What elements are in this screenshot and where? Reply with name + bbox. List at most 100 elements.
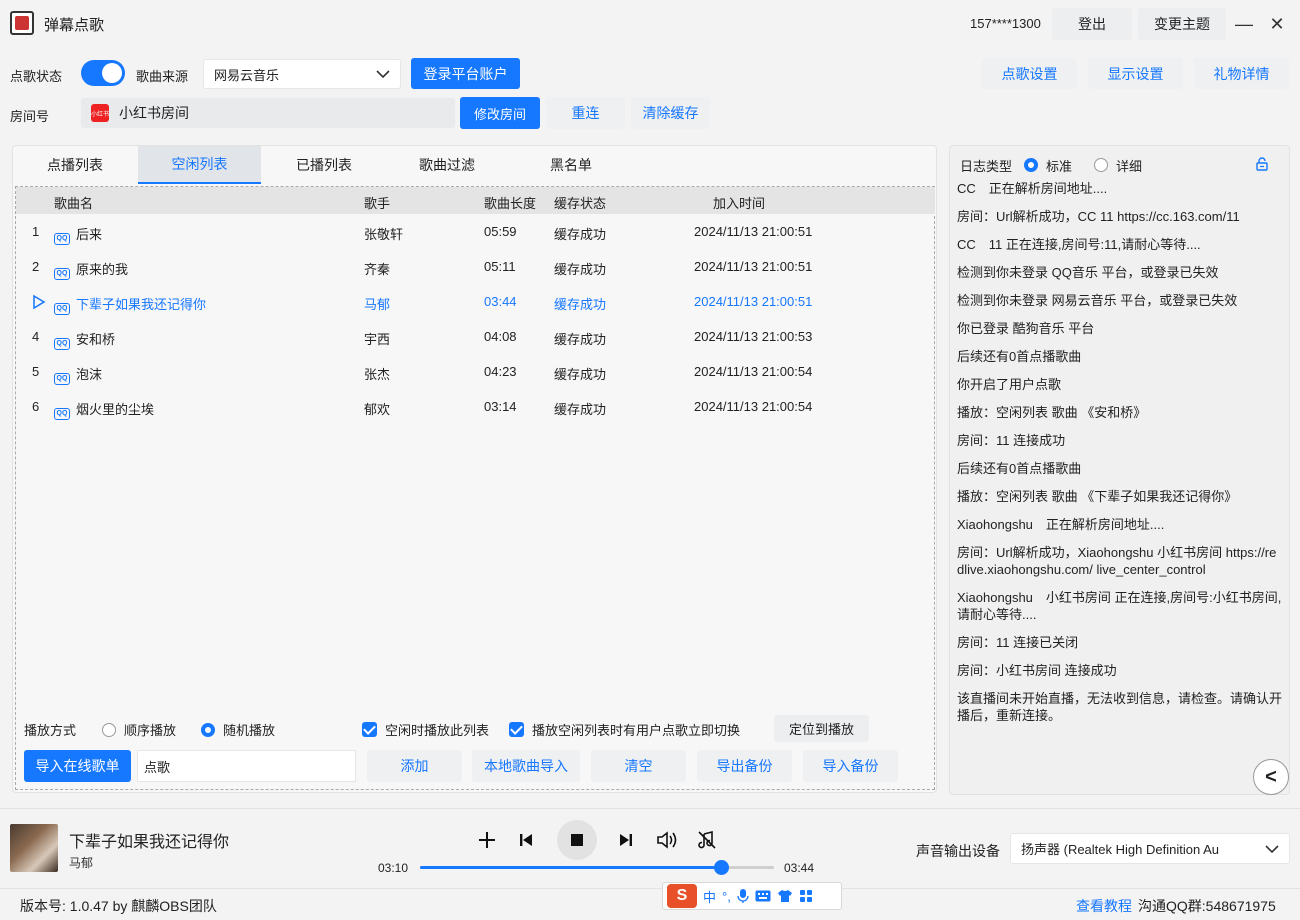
log-detail-radio[interactable]	[1094, 158, 1109, 172]
cell-song-name: QQ 原来的我	[54, 259, 128, 280]
skin-icon[interactable]	[777, 889, 793, 903]
log-line: 后续还有0首点播歌曲	[957, 461, 1082, 476]
random-radio[interactable]	[201, 722, 215, 737]
playlist-input[interactable]: 点歌	[137, 750, 356, 782]
current-time: 03:10	[378, 861, 409, 875]
room-label: 房间号	[10, 109, 50, 124]
add-button[interactable]: 添加	[367, 750, 462, 782]
tab-on-demand[interactable]: 点播列表	[13, 146, 137, 184]
instant-switch-checkbox[interactable]	[509, 722, 524, 737]
export-backup-button[interactable]: 导出备份	[697, 750, 792, 782]
qq-music-icon: QQ	[54, 268, 70, 280]
table-row[interactable]: 6 QQ 烟火里的尘埃 郁欢 03:14 缓存成功 2024/11/13 21:00:54	[16, 390, 935, 425]
idle-play-checkbox[interactable]	[362, 722, 377, 737]
log-standard-radio[interactable]	[1024, 158, 1039, 172]
minimize-icon[interactable]: —	[1232, 12, 1256, 36]
ime-punctuation[interactable]: °,	[722, 889, 731, 904]
song-settings-button[interactable]: 点歌设置	[982, 58, 1077, 89]
total-time: 03:44	[784, 861, 815, 875]
random-play-option[interactable]: 随机播放	[201, 720, 275, 739]
toolbox-icon[interactable]	[799, 889, 813, 903]
ime-chinese-mode[interactable]: 中	[703, 887, 716, 906]
display-settings-button[interactable]: 显示设置	[1088, 58, 1183, 89]
cell-added-time: 2024/11/13 21:00:51	[694, 224, 813, 239]
table-row[interactable]: 1 QQ 后来 张敬轩 05:59 缓存成功 2024/11/13 21:00:51	[16, 215, 935, 250]
cell-song-name: QQ 后来	[54, 224, 102, 245]
playlist-tabs: 点播列表 空闲列表 已播列表 歌曲过滤 黑名单	[13, 146, 935, 184]
account-label: 157****1300	[970, 16, 1041, 31]
cell-cache-status: 缓存成功	[554, 262, 607, 277]
log-lines: CC 正在解析房间地址.... 房间：Url解析成功，CC 11 https://…	[957, 180, 1282, 735]
log-type-label: 日志类型	[960, 158, 1013, 174]
change-theme-button[interactable]: 变更主题	[1138, 8, 1226, 40]
collapse-panel-button[interactable]: <	[1253, 759, 1289, 795]
output-device-select[interactable]: 扬声器 (Realtek High Definition Au	[1010, 833, 1290, 864]
song-source-label: 歌曲来源	[136, 69, 189, 84]
table-row[interactable]: QQ 下辈子如果我还记得你 马郁 03:44 缓存成功 2024/11/13 21:00:…	[16, 285, 935, 320]
modify-room-button[interactable]: 修改房间	[460, 97, 540, 129]
instant-switch-label: 播放空闲列表时有用户点歌立即切换	[532, 723, 741, 738]
lyrics-off-icon[interactable]	[697, 826, 717, 854]
table-row[interactable]: 5 QQ 泡沫 张杰 04:23 缓存成功 2024/11/13 21:00:54	[16, 355, 935, 390]
song-source-select[interactable]: 网易云音乐	[203, 59, 401, 89]
log-standard-label: 标准	[1046, 158, 1073, 174]
xiaohongshu-logo-icon: 小红书	[91, 104, 109, 122]
log-line: 该直播间未开始直播，无法收到信息，请检查。请确认开播后，重新连接。	[957, 691, 1283, 723]
lock-icon[interactable]	[1254, 156, 1270, 172]
now-playing-artist: 马郁	[69, 856, 94, 870]
next-icon[interactable]	[618, 826, 634, 854]
log-line: 房间：小红书房间 连接成功	[957, 663, 1117, 678]
sequential-radio[interactable]	[102, 722, 116, 737]
cell-length: 04:23	[484, 364, 517, 379]
tab-played[interactable]: 已播列表	[262, 146, 386, 184]
progress-handle[interactable]	[713, 860, 729, 875]
now-playing-icon	[32, 294, 46, 313]
cell-index: 5	[32, 364, 40, 379]
sequential-play-option[interactable]: 顺序播放	[102, 720, 176, 739]
locate-playing-button[interactable]: 定位到播放	[774, 715, 869, 742]
tutorial-link[interactable]: 查看教程	[1076, 896, 1132, 916]
idle-play-option[interactable]: 空闲时播放此列表	[362, 720, 489, 739]
cell-length: 05:11	[484, 259, 516, 274]
room-field[interactable]: 小红书 小红书房间	[81, 98, 455, 128]
tab-blacklist[interactable]: 黑名单	[509, 146, 633, 184]
cell-added-time: 2024/11/13 21:00:53	[694, 329, 813, 344]
song-title: 安和桥	[76, 332, 116, 347]
table-row[interactable]: 4 QQ 安和桥 宇西 04:08 缓存成功 2024/11/13 21:00:53	[16, 320, 935, 355]
table-row[interactable]: 2 QQ 原来的我 齐秦 05:11 缓存成功 2024/11/13 21:00:51	[16, 250, 935, 285]
cell-artist: 齐秦	[364, 262, 391, 277]
add-icon[interactable]	[477, 826, 497, 854]
import-backup-button[interactable]: 导入备份	[803, 750, 898, 782]
login-platform-button[interactable]: 登录平台账户	[411, 58, 520, 89]
keyboard-icon[interactable]	[755, 890, 771, 902]
instant-switch-option[interactable]: 播放空闲列表时有用户点歌立即切换	[509, 720, 740, 739]
sogou-logo-icon[interactable]: S	[667, 884, 697, 908]
import-online-playlist-button[interactable]: 导入在线歌单	[24, 750, 131, 782]
cell-index: 6	[32, 399, 40, 414]
log-type-row: 日志类型 标准 详细	[960, 155, 1280, 175]
song-status-toggle[interactable]	[81, 60, 125, 86]
previous-icon[interactable]	[518, 826, 534, 854]
clear-button[interactable]: 清空	[591, 750, 686, 782]
close-icon[interactable]: ✕	[1265, 12, 1289, 36]
sequential-label: 顺序播放	[124, 723, 177, 738]
chevron-down-icon	[376, 70, 390, 78]
local-import-button[interactable]: 本地歌曲导入	[472, 750, 580, 782]
reconnect-button[interactable]: 重连	[546, 97, 625, 129]
cell-length: 03:14	[484, 399, 517, 414]
stop-button[interactable]	[557, 820, 597, 860]
clear-cache-button[interactable]: 清除缓存	[631, 97, 710, 129]
volume-icon[interactable]	[655, 826, 679, 854]
gift-details-button[interactable]: 礼物详情	[1194, 58, 1289, 89]
header-added-time: 加入时间	[713, 196, 766, 211]
microphone-icon[interactable]	[737, 888, 749, 904]
tab-idle[interactable]: 空闲列表	[138, 146, 261, 184]
room-value: 小红书房间	[119, 105, 189, 121]
tab-song-filter[interactable]: 歌曲过滤	[385, 146, 509, 184]
cell-index: 2	[32, 259, 40, 274]
logout-button[interactable]: 登出	[1052, 8, 1132, 40]
progress-fill	[420, 866, 721, 869]
idle-play-label: 空闲时播放此列表	[385, 723, 490, 738]
cell-song-name: QQ 安和桥	[54, 329, 115, 350]
log-line: 播放：空闲列表 歌曲 《下辈子如果我还记得你》	[957, 489, 1238, 504]
